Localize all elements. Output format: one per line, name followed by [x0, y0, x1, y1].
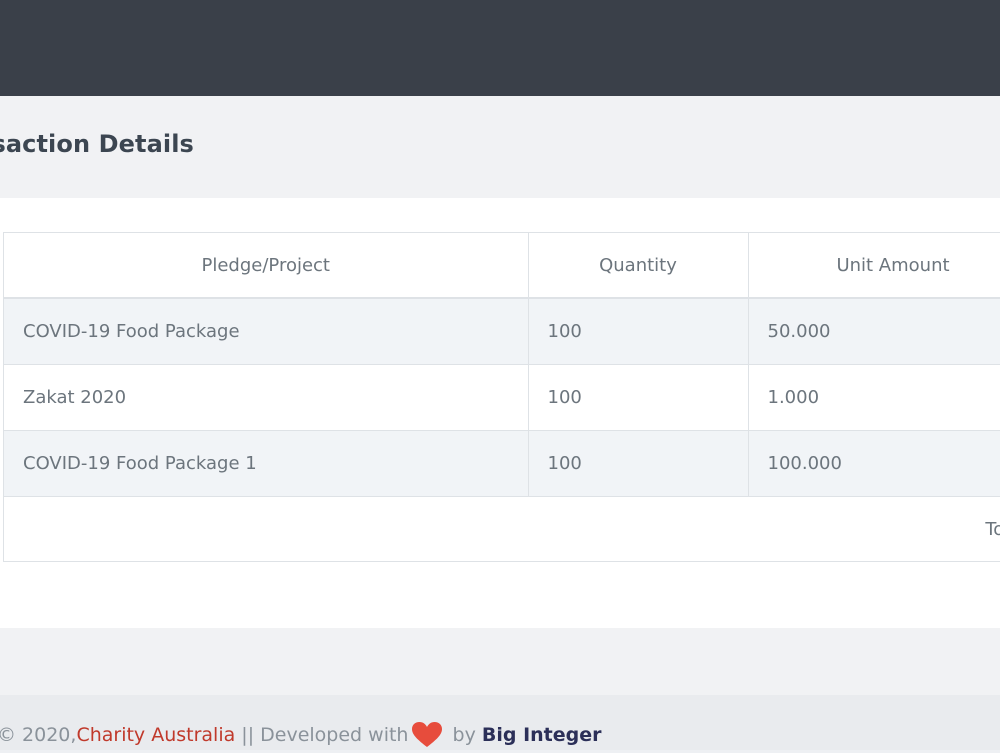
cell-quantity: 100 — [528, 364, 749, 431]
transaction-table: Pledge/Project Quantity Unit Amount COVI… — [4, 233, 1000, 561]
total-donation-label: Total Donatio — [4, 496, 1000, 561]
big-integer-link[interactable]: Big Integer — [482, 724, 602, 746]
table-row: COVID-19 Food Package 100 50.000 — [4, 298, 1000, 365]
cell-unit-amount: 1.000 — [748, 364, 1000, 431]
cell-unit-amount: 50.000 — [748, 298, 1000, 365]
footer-developed-with: || Developed with — [235, 724, 409, 746]
charity-australia-link[interactable]: Charity Australia — [76, 724, 235, 746]
table-row: Zakat 2020 100 1.000 — [4, 364, 1000, 431]
header-pledge-project: Pledge/Project — [4, 233, 529, 299]
header-quantity: Quantity — [528, 233, 749, 299]
cell-unit-amount: 100.000 — [748, 430, 1000, 497]
footer-copyright: © 2020, — [0, 724, 77, 746]
cell-quantity: 100 — [528, 430, 749, 497]
footer-credits: © 2020, Charity Australia || Developed w… — [0, 722, 602, 748]
footer-by: by — [446, 724, 482, 746]
top-navbar — [0, 0, 1000, 96]
cell-project: Zakat 2020 — [4, 364, 529, 431]
content-footer-band — [0, 628, 1000, 695]
cell-project: COVID-19 Food Package — [4, 298, 529, 365]
cell-project: COVID-19 Food Package 1 — [4, 430, 529, 497]
transaction-table-container[interactable]: Pledge/Project Quantity Unit Amount COVI… — [3, 232, 1000, 562]
heart-icon-svg — [412, 722, 443, 747]
total-row: Total Donatio — [4, 496, 1000, 561]
heart-icon — [412, 722, 443, 748]
table-row: COVID-19 Food Package 1 100 100.000 — [4, 430, 1000, 497]
page-title: ansaction Details — [0, 130, 194, 158]
table-header-row: Pledge/Project Quantity Unit Amount — [4, 233, 1000, 299]
cell-quantity: 100 — [528, 298, 749, 365]
header-unit-amount: Unit Amount — [748, 233, 1000, 299]
